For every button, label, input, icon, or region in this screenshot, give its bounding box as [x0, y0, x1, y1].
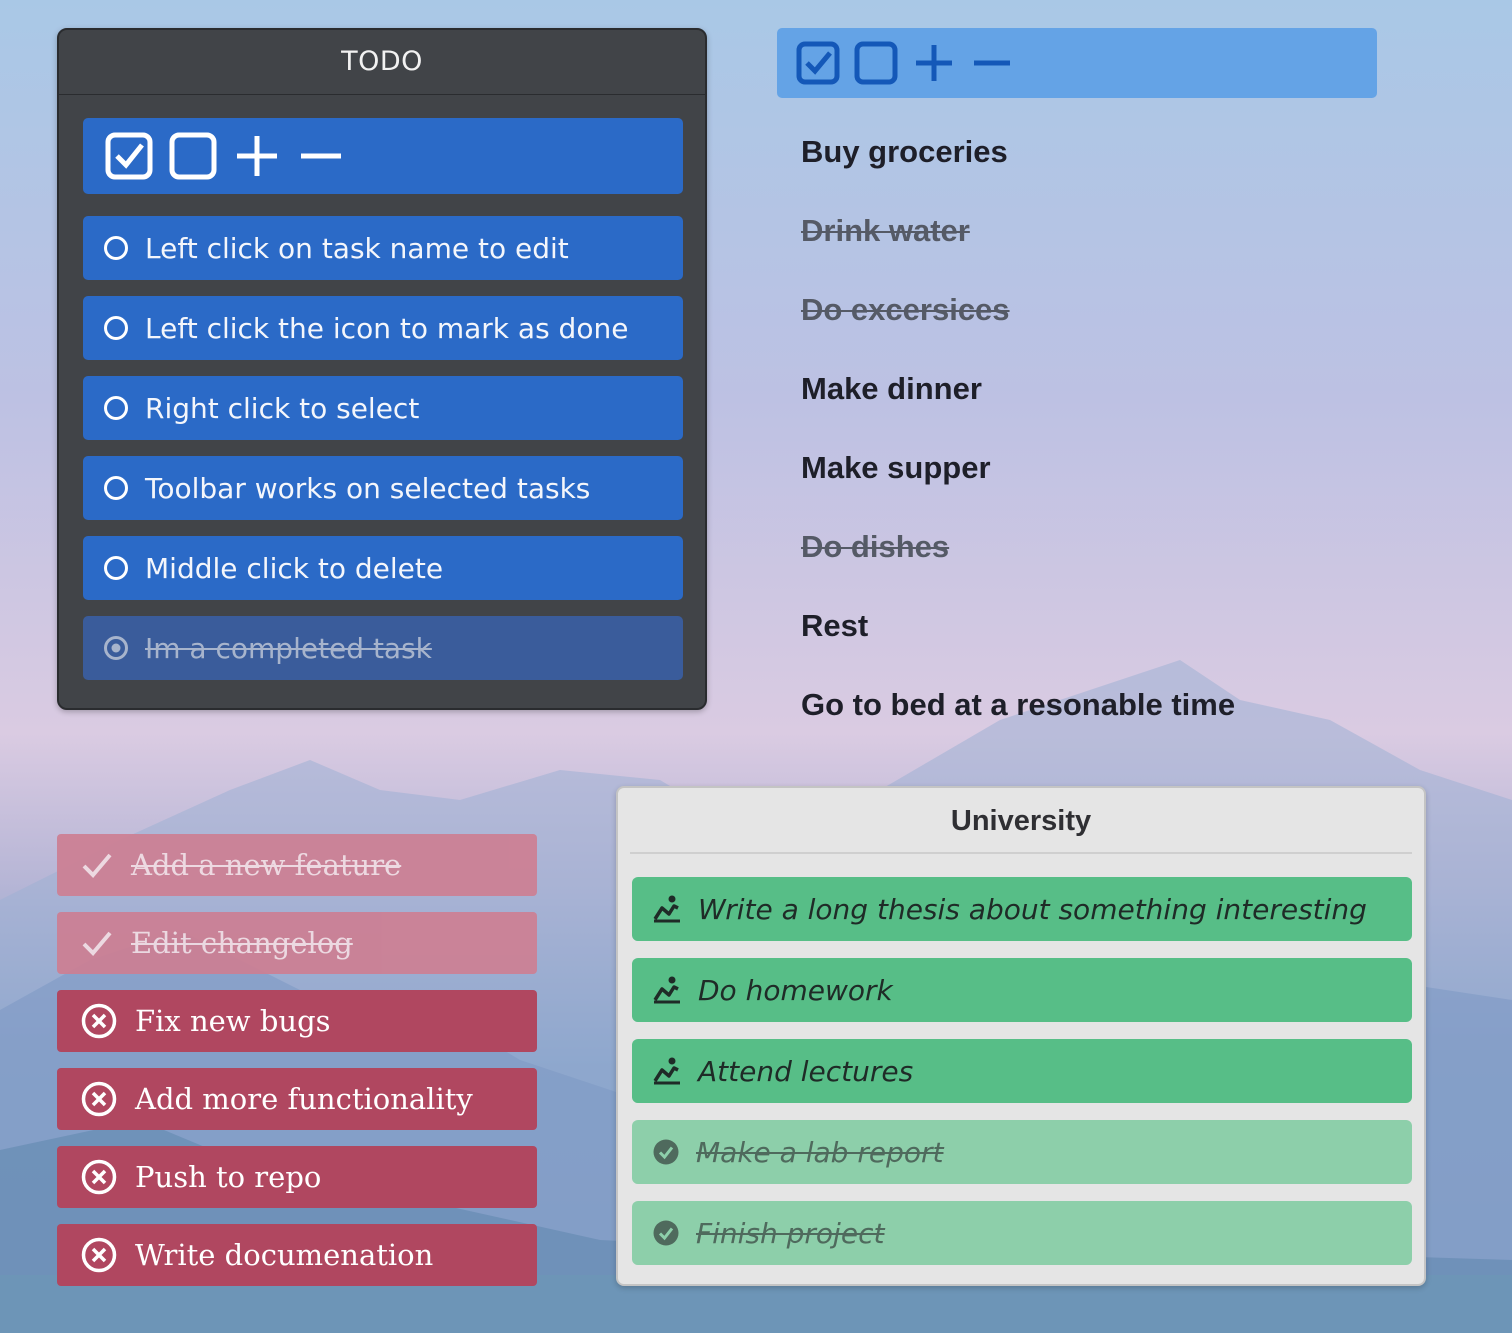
mark-undone-button[interactable]: [847, 35, 905, 91]
red-task[interactable]: Add more functionality: [57, 1068, 537, 1130]
plus-icon: [237, 136, 277, 176]
list-task[interactable]: Go to bed at a resonable time: [801, 683, 1235, 727]
list-toolbar: [777, 28, 1377, 98]
checkbox-checked-icon: [796, 41, 840, 85]
university-task-completed[interactable]: Make a lab report: [632, 1120, 1412, 1184]
task-label[interactable]: Add more functionality: [135, 1082, 473, 1116]
minus-icon: [301, 153, 341, 159]
checkbox-checked-icon: [105, 132, 153, 180]
todo-task-completed[interactable]: Im a completed task: [83, 616, 683, 680]
task-label[interactable]: Attend lectures: [698, 1055, 913, 1088]
checkbox-empty-icon: [169, 132, 217, 180]
task-label[interactable]: Edit changelog: [131, 926, 353, 960]
todo-task[interactable]: Left click on task name to edit: [83, 216, 683, 280]
checkbox-empty-icon: [854, 41, 898, 85]
university-task-completed[interactable]: Finish project: [632, 1201, 1412, 1265]
university-task[interactable]: Do homework: [632, 958, 1412, 1022]
task-label[interactable]: Write a long thesis about something inte…: [698, 893, 1367, 926]
task-label[interactable]: Fix new bugs: [135, 1004, 331, 1038]
minus-icon: [974, 60, 1010, 66]
mark-undone-button[interactable]: [161, 128, 225, 184]
task-label[interactable]: Do homework: [698, 974, 893, 1007]
task-label[interactable]: Make a lab report: [696, 1136, 943, 1169]
university-task[interactable]: Write a long thesis about something inte…: [632, 877, 1412, 941]
university-widget: University Write a long thesis about som…: [616, 786, 1426, 1286]
todo-task[interactable]: Right click to select: [83, 376, 683, 440]
circle-icon[interactable]: [103, 555, 129, 581]
red-task-completed[interactable]: Add a new feature: [57, 834, 537, 896]
checkmark-icon[interactable]: [81, 927, 113, 959]
task-label[interactable]: Toolbar works on selected tasks: [145, 472, 590, 505]
task-label[interactable]: Add a new feature: [131, 848, 401, 882]
list-task[interactable]: Make supper: [801, 446, 991, 490]
add-task-button[interactable]: [225, 128, 289, 184]
list-task-completed[interactable]: Do dishes: [801, 525, 949, 569]
close-circle-icon[interactable]: [81, 1003, 117, 1039]
circle-icon[interactable]: [103, 395, 129, 421]
mark-done-button[interactable]: [97, 128, 161, 184]
red-task[interactable]: Write documenation: [57, 1224, 537, 1286]
red-task[interactable]: Push to repo: [57, 1146, 537, 1208]
todo-title: TODO: [59, 30, 705, 95]
checkmark-icon[interactable]: [81, 849, 113, 881]
close-circle-icon[interactable]: [81, 1237, 117, 1273]
todo-task[interactable]: Left click the icon to mark as done: [83, 296, 683, 360]
check-circle-icon[interactable]: [652, 1138, 680, 1166]
task-label[interactable]: Right click to select: [145, 392, 419, 425]
todo-widget: TODO Left click on task name to edit Lef…: [57, 28, 707, 710]
todo-toolbar: [83, 118, 683, 194]
check-circle-icon[interactable]: [652, 1219, 680, 1247]
radio-checked-icon[interactable]: [103, 635, 129, 661]
list-task-completed[interactable]: Drink water: [801, 209, 970, 253]
red-task-completed[interactable]: Edit changelog: [57, 912, 537, 974]
list-task[interactable]: Buy groceries: [801, 130, 1008, 174]
circle-icon[interactable]: [103, 235, 129, 261]
plus-icon: [916, 45, 952, 81]
task-label[interactable]: Finish project: [696, 1217, 884, 1250]
remove-task-button[interactable]: [963, 35, 1021, 91]
close-circle-icon[interactable]: [81, 1159, 117, 1195]
close-circle-icon[interactable]: [81, 1081, 117, 1117]
remove-task-button[interactable]: [289, 128, 353, 184]
add-task-button[interactable]: [905, 35, 963, 91]
task-label[interactable]: Write documenation: [135, 1238, 433, 1272]
mark-done-button[interactable]: [789, 35, 847, 91]
task-label[interactable]: Im a completed task: [145, 632, 432, 665]
circle-icon[interactable]: [103, 475, 129, 501]
todo-task[interactable]: Middle click to delete: [83, 536, 683, 600]
task-label[interactable]: Left click on task name to edit: [145, 232, 569, 265]
list-task[interactable]: Make dinner: [801, 367, 982, 411]
lounge-chair-icon[interactable]: [652, 975, 682, 1005]
circle-icon[interactable]: [103, 315, 129, 341]
list-task[interactable]: Rest: [801, 604, 868, 648]
university-task[interactable]: Attend lectures: [632, 1039, 1412, 1103]
task-label[interactable]: Left click the icon to mark as done: [145, 312, 628, 345]
red-task[interactable]: Fix new bugs: [57, 990, 537, 1052]
university-title: University: [630, 788, 1412, 854]
todo-task[interactable]: Toolbar works on selected tasks: [83, 456, 683, 520]
task-label[interactable]: Push to repo: [135, 1160, 321, 1194]
lounge-chair-icon[interactable]: [652, 1056, 682, 1086]
list-task-completed[interactable]: Do excersices: [801, 288, 1010, 332]
task-label[interactable]: Middle click to delete: [145, 552, 443, 585]
lounge-chair-icon[interactable]: [652, 894, 682, 924]
